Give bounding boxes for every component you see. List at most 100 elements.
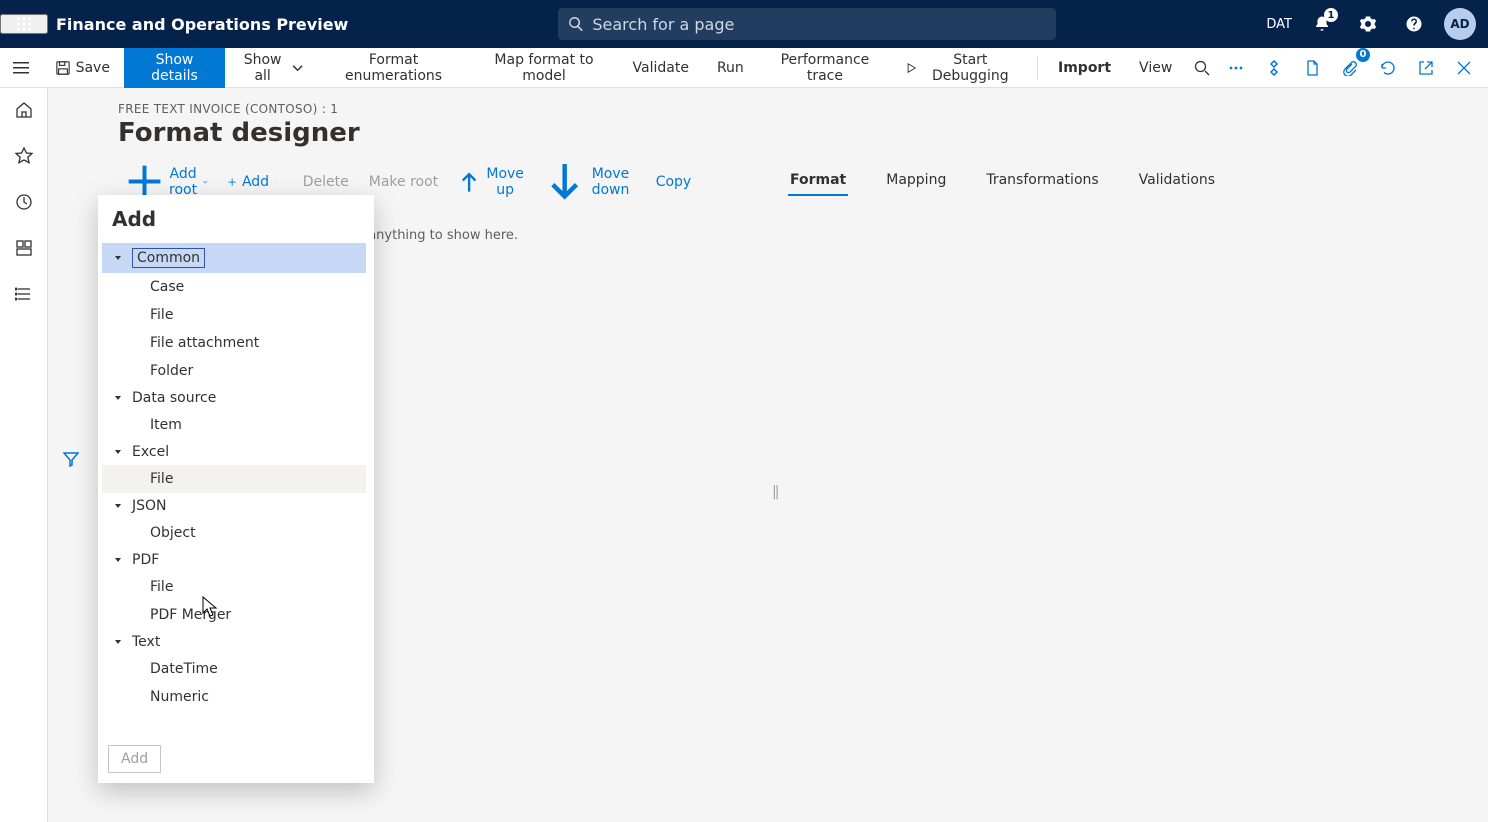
tree-group-json[interactable]: JSON bbox=[102, 493, 366, 519]
refresh-icon bbox=[1380, 60, 1396, 76]
workspaces-button[interactable] bbox=[9, 238, 39, 262]
show-all-label: Show all bbox=[239, 52, 286, 84]
view-button[interactable]: View bbox=[1125, 48, 1186, 88]
import-button[interactable]: Import bbox=[1044, 48, 1125, 88]
search-box[interactable]: Search for a page bbox=[558, 8, 1056, 40]
tree-group-text[interactable]: Text bbox=[102, 629, 366, 655]
add-type-tree[interactable]: CommonCaseFileFile attachmentFolderData … bbox=[98, 239, 374, 735]
tree-item-file[interactable]: File bbox=[102, 301, 366, 329]
validate-button[interactable]: Validate bbox=[619, 48, 703, 88]
recent-button[interactable] bbox=[9, 192, 39, 216]
page-options-button[interactable] bbox=[1294, 50, 1330, 86]
start-debugging-button[interactable]: Start Debugging bbox=[892, 48, 1031, 88]
tree-item-item[interactable]: Item bbox=[102, 411, 366, 439]
filter-button[interactable] bbox=[57, 100, 85, 822]
performance-trace-button[interactable]: Performance trace bbox=[758, 48, 892, 88]
gear-icon bbox=[1359, 15, 1377, 33]
format-enum-label: Format enumerations bbox=[332, 52, 456, 84]
app-name: Finance and Operations Preview bbox=[56, 15, 348, 34]
add-panel-title: Add bbox=[98, 195, 374, 239]
list-icon bbox=[15, 285, 33, 303]
nav-toggle-button[interactable] bbox=[0, 48, 42, 88]
refresh-button[interactable] bbox=[1370, 50, 1406, 86]
tree-group-pdf[interactable]: PDF bbox=[102, 547, 366, 573]
tree-item-folder[interactable]: Folder bbox=[102, 357, 366, 385]
home-button[interactable] bbox=[9, 100, 39, 124]
filter-icon bbox=[63, 451, 79, 467]
page-title: Format designer bbox=[118, 118, 1464, 148]
settings-button[interactable] bbox=[1348, 4, 1388, 44]
attachment-icon bbox=[1342, 60, 1358, 76]
tree-item-file-attachment[interactable]: File attachment bbox=[102, 329, 366, 357]
tree-group-common[interactable]: Common bbox=[102, 243, 366, 273]
find-button[interactable] bbox=[1186, 50, 1218, 86]
play-debug-icon bbox=[906, 61, 917, 75]
detail-tabs: Format Mapping Transformations Validations bbox=[94, 166, 1217, 196]
popout-icon bbox=[1418, 60, 1434, 76]
tree-group-excel[interactable]: Excel bbox=[102, 439, 366, 465]
tree-item-case[interactable]: Case bbox=[102, 273, 366, 301]
search-icon bbox=[568, 16, 584, 32]
tree-item-numeric[interactable]: Numeric bbox=[102, 683, 366, 711]
tab-format[interactable]: Format bbox=[788, 166, 848, 196]
left-nav-rail bbox=[0, 88, 48, 822]
modules-button[interactable] bbox=[9, 284, 39, 308]
show-all-button[interactable]: Show all bbox=[225, 48, 318, 88]
show-details-button[interactable]: Show details bbox=[124, 48, 225, 88]
diamond-icon bbox=[1266, 60, 1282, 76]
user-avatar[interactable]: AD bbox=[1444, 8, 1476, 40]
map-format-button[interactable]: Map format to model bbox=[470, 48, 619, 88]
home-icon bbox=[15, 101, 33, 119]
more-icon bbox=[1228, 60, 1244, 76]
close-icon bbox=[1456, 60, 1472, 76]
overflow-button[interactable] bbox=[1218, 50, 1254, 86]
tab-transformations[interactable]: Transformations bbox=[984, 166, 1100, 196]
attachments-badge: 0 bbox=[1356, 48, 1370, 62]
help-button[interactable] bbox=[1394, 4, 1434, 44]
notifications-button[interactable]: 1 bbox=[1302, 4, 1342, 44]
save-icon bbox=[56, 61, 70, 75]
question-icon bbox=[1405, 15, 1423, 33]
command-bar: Save Show details Show all Format enumer… bbox=[0, 48, 1488, 88]
save-button[interactable]: Save bbox=[42, 48, 124, 88]
save-label: Save bbox=[76, 60, 110, 76]
tab-mapping[interactable]: Mapping bbox=[884, 166, 948, 196]
validate-label: Validate bbox=[633, 60, 689, 76]
tree-item-object[interactable]: Object bbox=[102, 519, 366, 547]
add-dropdown-panel: Add CommonCaseFileFile attachmentFolderD… bbox=[98, 195, 374, 783]
app-launcher-button[interactable] bbox=[0, 14, 48, 34]
star-icon bbox=[15, 147, 33, 165]
tree-item-pdf-merger[interactable]: PDF Merger bbox=[102, 601, 366, 629]
company-code[interactable]: DAT bbox=[1266, 17, 1296, 32]
run-button[interactable]: Run bbox=[703, 48, 758, 88]
show-details-label: Show details bbox=[138, 52, 211, 84]
filter-column bbox=[48, 88, 94, 822]
import-label: Import bbox=[1058, 60, 1111, 76]
grid-icon bbox=[15, 239, 33, 257]
waffle-icon bbox=[17, 17, 31, 31]
tab-validations[interactable]: Validations bbox=[1137, 166, 1217, 196]
view-label: View bbox=[1139, 60, 1172, 76]
chevron-down-icon bbox=[292, 61, 303, 75]
top-nav-bar: Finance and Operations Preview Search fo… bbox=[0, 0, 1488, 48]
run-label: Run bbox=[717, 60, 744, 76]
perf-label: Performance trace bbox=[772, 52, 878, 84]
tree-group-data-source[interactable]: Data source bbox=[102, 385, 366, 411]
close-button[interactable] bbox=[1446, 50, 1482, 86]
format-enumerations-button[interactable]: Format enumerations bbox=[318, 48, 470, 88]
personalize-button[interactable] bbox=[1256, 50, 1292, 86]
start-debug-label: Start Debugging bbox=[923, 52, 1017, 84]
tree-item-datetime[interactable]: DateTime bbox=[102, 655, 366, 683]
split-handle[interactable]: || bbox=[772, 484, 777, 500]
popout-button[interactable] bbox=[1408, 50, 1444, 86]
attachments-button[interactable]: 0 bbox=[1332, 50, 1368, 86]
tree-item-file[interactable]: File bbox=[102, 573, 366, 601]
page-icon bbox=[1304, 60, 1320, 76]
tree-item-file[interactable]: File bbox=[102, 465, 366, 493]
hamburger-icon bbox=[13, 62, 29, 74]
favorites-button[interactable] bbox=[9, 146, 39, 170]
map-format-label: Map format to model bbox=[484, 52, 605, 84]
divider bbox=[1037, 56, 1038, 80]
clock-icon bbox=[15, 193, 33, 211]
breadcrumb: FREE TEXT INVOICE (CONTOSO) : 1 bbox=[118, 102, 1464, 116]
